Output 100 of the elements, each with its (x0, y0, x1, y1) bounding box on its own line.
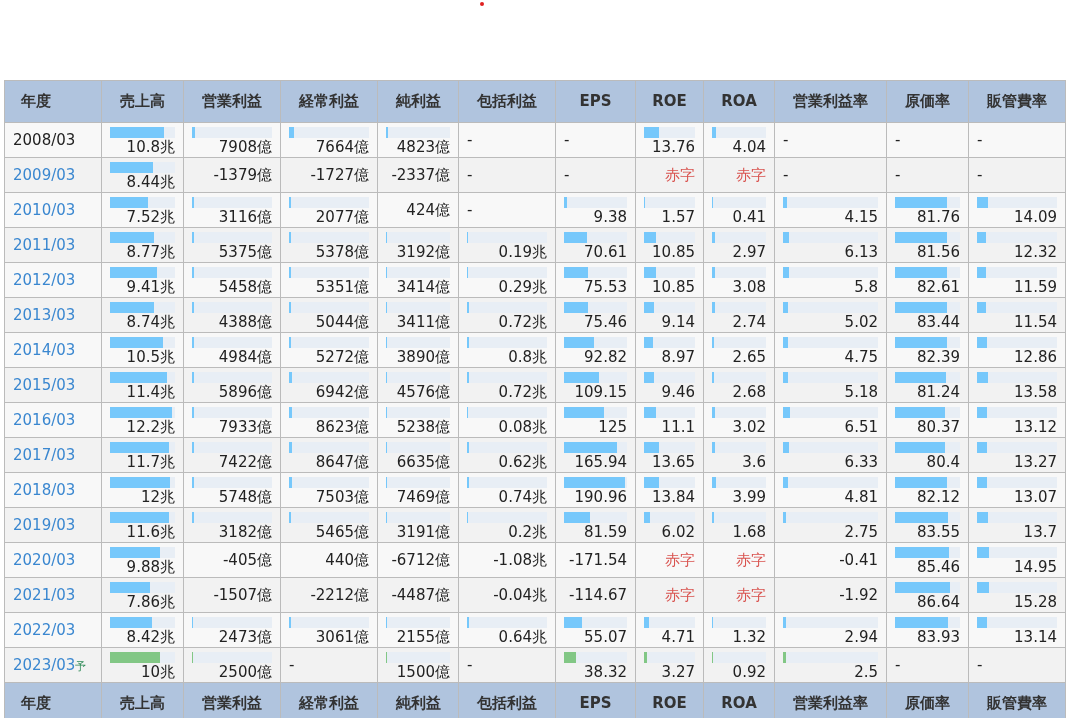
column-header: 包括利益 (458, 80, 556, 123)
table-cell: -405億 (183, 542, 281, 578)
table-cell-text: 0.72兆 (497, 313, 547, 331)
year-link[interactable]: 2010/03 (13, 200, 76, 219)
table-cell: - (968, 647, 1066, 683)
table-cell-text: 12兆 (139, 488, 175, 506)
table-cell-text: 13.58 (1013, 383, 1057, 401)
year-link[interactable]: 2021/03 (13, 585, 76, 604)
table-cell-text: 13.65 (651, 453, 695, 471)
table-cell-text: 2077億 (314, 208, 369, 226)
table-cell-text: 1.68 (731, 523, 766, 541)
table-cell: - (458, 157, 556, 193)
table-cell-text: 13.07 (1013, 488, 1057, 506)
column-header: ROA (703, 682, 775, 718)
table-cell-text: 13.7 (1022, 523, 1057, 541)
column-header: EPS (555, 682, 636, 718)
table-cell: - (886, 647, 969, 683)
table-cell-text: 38.32 (583, 663, 627, 681)
table-cell-text: 5351億 (314, 278, 369, 296)
table-cell-text: 4.81 (843, 488, 878, 506)
table-cell-text: 2.68 (731, 383, 766, 401)
table-cell-text: 6942億 (314, 383, 369, 401)
table-cell-text: 8.42兆 (125, 628, 175, 646)
year-link[interactable]: 2020/03 (13, 550, 76, 569)
table-cell-text: 6.51 (843, 418, 878, 436)
year-link[interactable]: 2022/03 (13, 620, 76, 639)
year-link[interactable]: 2014/03 (13, 340, 76, 359)
table-cell-text: 0.62兆 (497, 453, 547, 471)
table-cell: -114.67 (555, 577, 636, 613)
table-cell-text: 3.6 (741, 453, 766, 471)
table-cell-text: 11.59 (1013, 278, 1057, 296)
table-cell: 赤字 (703, 157, 775, 193)
column-header: 原価率 (886, 80, 969, 123)
table-cell-text: 2.97 (731, 243, 766, 261)
column-header: 純利益 (377, 682, 459, 718)
table-cell-text: 75.46 (583, 313, 627, 331)
table-cell-text: 4823億 (395, 138, 450, 156)
table-cell-text: 12.86 (1013, 348, 1057, 366)
table-cell-text: 2473億 (217, 628, 272, 646)
table-cell-text: 7.86兆 (125, 593, 175, 611)
year-link[interactable]: 2016/03 (13, 410, 76, 429)
table-cell: -1507億 (183, 577, 281, 613)
table-cell-text: 8.77兆 (125, 243, 175, 261)
table-cell-text: 4984億 (217, 348, 272, 366)
column-header: 包括利益 (458, 682, 556, 718)
table-cell-text: 6.33 (843, 453, 878, 471)
year-link[interactable]: 2012/03 (13, 270, 76, 289)
year-link[interactable]: 2013/03 (13, 305, 76, 324)
table-cell: -1.92 (774, 577, 887, 613)
year-link[interactable]: 2019/03 (13, 515, 76, 534)
table-cell-text: 13.27 (1013, 453, 1057, 471)
table-cell: -2337億 (377, 157, 459, 193)
column-header: 売上高 (101, 682, 184, 718)
table-cell-text: 109.15 (573, 383, 627, 401)
table-cell-text: 8.44兆 (125, 173, 175, 191)
table-cell: -6712億 (377, 542, 459, 578)
year-link[interactable]: 2017/03 (13, 445, 76, 464)
table-cell-text: 9.38 (592, 208, 627, 226)
table-cell: - (458, 192, 556, 228)
table-cell-text: 10兆 (139, 663, 175, 681)
table-cell-text: 81.76 (916, 208, 960, 226)
year-link[interactable]: 2018/03 (13, 480, 76, 499)
table-cell: - (555, 122, 636, 158)
table-cell: - (968, 122, 1066, 158)
column-header: ROE (635, 682, 704, 718)
year-link[interactable]: 2009/03 (13, 165, 76, 184)
table-cell-text: 11.1 (660, 418, 695, 436)
year-link[interactable]: 2023/03 (13, 655, 76, 674)
table-cell-text: 4.15 (843, 208, 878, 226)
table-cell-text: 9.46 (660, 383, 695, 401)
column-header: 営業利益 (183, 682, 281, 718)
table-cell-text: 7933億 (217, 418, 272, 436)
column-header: 販管費率 (968, 80, 1066, 123)
table-cell-text: 1.32 (731, 628, 766, 646)
table-cell: -1727億 (280, 157, 378, 193)
table-cell-text: 3890億 (395, 348, 450, 366)
table-cell: -0.41 (774, 542, 887, 578)
table-cell-text: 3.08 (731, 278, 766, 296)
table-cell: 440億 (280, 542, 378, 578)
table-cell-text: 3061億 (314, 628, 369, 646)
table-cell-text: 7908億 (217, 138, 272, 156)
table-cell-text: 6635億 (395, 453, 450, 471)
column-header: 売上高 (101, 80, 184, 123)
column-header: ROA (703, 80, 775, 123)
table-cell-text: 13.76 (651, 138, 695, 156)
table-cell-text: 5.02 (843, 313, 878, 331)
table-cell-text: 83.93 (916, 628, 960, 646)
year-link[interactable]: 2015/03 (13, 375, 76, 394)
table-cell-text: 3.02 (731, 418, 766, 436)
table-cell: 赤字 (635, 577, 704, 613)
table-cell: 赤字 (703, 542, 775, 578)
table-cell-text: 4.04 (731, 138, 766, 156)
year-link[interactable]: 2011/03 (13, 235, 76, 254)
table-cell: -1379億 (183, 157, 281, 193)
table-cell-text: 3191億 (395, 523, 450, 541)
table-cell-text: 7.52兆 (125, 208, 175, 226)
table-cell-text: 2500億 (217, 663, 272, 681)
table-cell-text: 9.88兆 (125, 558, 175, 576)
table-cell-text: 83.55 (916, 523, 960, 541)
table-cell-text: 11.6兆 (125, 523, 175, 541)
